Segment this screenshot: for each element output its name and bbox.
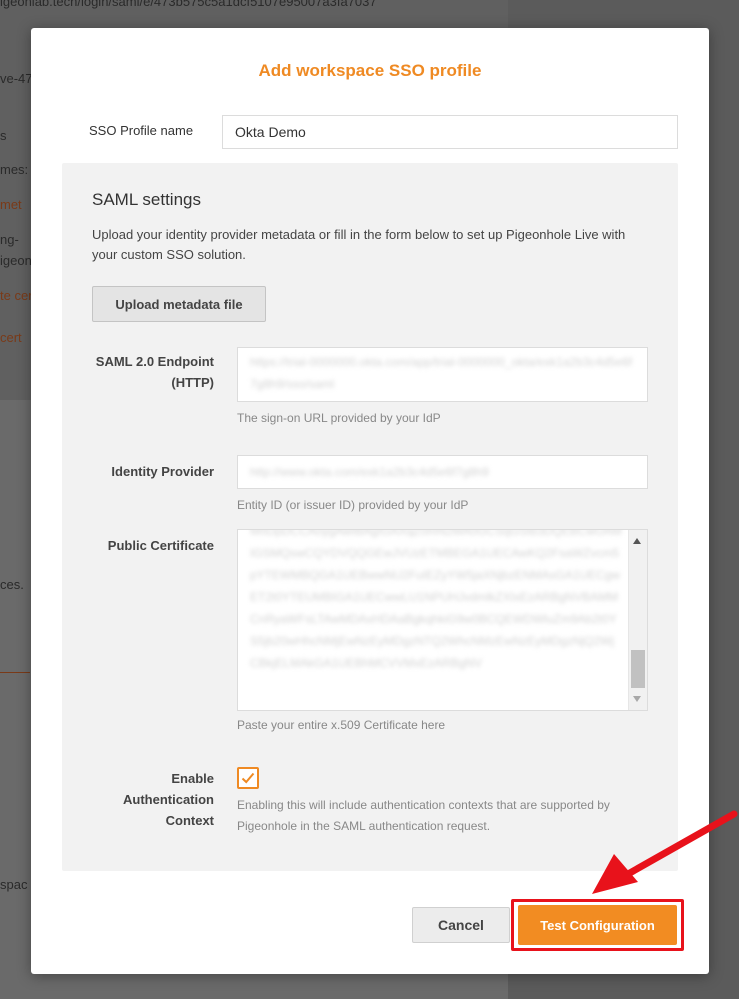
saml-endpoint-help: The sign-on URL provided by your IdP <box>237 411 441 425</box>
background-fragment: ces. <box>0 577 24 592</box>
identity-provider-input[interactable]: http://www.okta.com/exk1a2b3c4d5e6f7g8h9 <box>237 455 648 489</box>
identity-provider-label: Identity Provider <box>111 464 214 479</box>
public-certificate-help: Paste your entire x.509 Certificate here <box>237 718 446 732</box>
background-fragment: igeon <box>0 253 32 268</box>
auth-context-checkbox[interactable] <box>237 767 259 789</box>
saml-settings-title: SAML settings <box>92 190 201 209</box>
sso-profile-name-label: SSO Profile name <box>89 123 194 138</box>
saml-settings-description: Upload your identity provider metadata o… <box>92 227 626 262</box>
check-icon <box>241 772 255 784</box>
auth-context-label: Enable Authentication Context <box>123 771 214 828</box>
public-certificate-label: Public Certificate <box>107 538 214 553</box>
saml-endpoint-input[interactable]: https://trial-0000000.okta.com/app/trial… <box>237 347 648 402</box>
identity-provider-help: Entity ID (or issuer ID) provided by you… <box>237 498 469 512</box>
public-certificate-textarea[interactable]: MIIDpDCCAoygAwIBAgIGAXqZ0mN2MA0GCSqGSIb3… <box>237 529 648 711</box>
scroll-thumb[interactable] <box>631 650 645 688</box>
background-url: igeonlab.tech/login/saml/e/473b575c5a1dc… <box>0 0 377 9</box>
background-fragment: te cer <box>0 288 33 303</box>
background-divider <box>0 672 30 673</box>
sso-profile-modal: Add workspace SSO profile SSO Profile na… <box>31 28 709 974</box>
scroll-up-arrow-icon[interactable] <box>633 538 641 544</box>
test-configuration-button[interactable]: Test Configuration <box>518 905 677 945</box>
background-fragment: ve-47 <box>0 71 33 86</box>
sso-profile-name-input[interactable] <box>222 115 678 149</box>
public-certificate-value: MIIDpDCCAoygAwIBAgIGAXqZ0mN2MA0GCSqGSIb3… <box>250 529 622 670</box>
background-fragment: cert <box>0 330 22 345</box>
cancel-button[interactable]: Cancel <box>412 907 510 943</box>
certificate-scrollbar[interactable] <box>628 530 647 710</box>
saml-endpoint-label: SAML 2.0 Endpoint (HTTP) <box>95 354 214 390</box>
modal-title: Add workspace SSO profile <box>258 61 482 80</box>
background-fragment: spac <box>0 877 28 892</box>
saml-settings-panel: SAML settings Upload your identity provi… <box>62 163 678 871</box>
scroll-down-arrow-icon[interactable] <box>633 696 641 702</box>
auth-context-help: Enabling this will include authenticatio… <box>237 798 610 833</box>
upload-metadata-button[interactable]: Upload metadata file <box>92 286 266 322</box>
background-fragment: mes: <box>0 162 29 177</box>
background-fragment: s <box>0 128 7 143</box>
background-fragment: ng- <box>0 232 19 247</box>
background-fragment: met <box>0 197 22 212</box>
identity-provider-value: http://www.okta.com/exk1a2b3c4d5e6f7g8h9 <box>250 465 489 479</box>
saml-endpoint-value: https://trial-0000000.okta.com/app/trial… <box>250 355 633 391</box>
